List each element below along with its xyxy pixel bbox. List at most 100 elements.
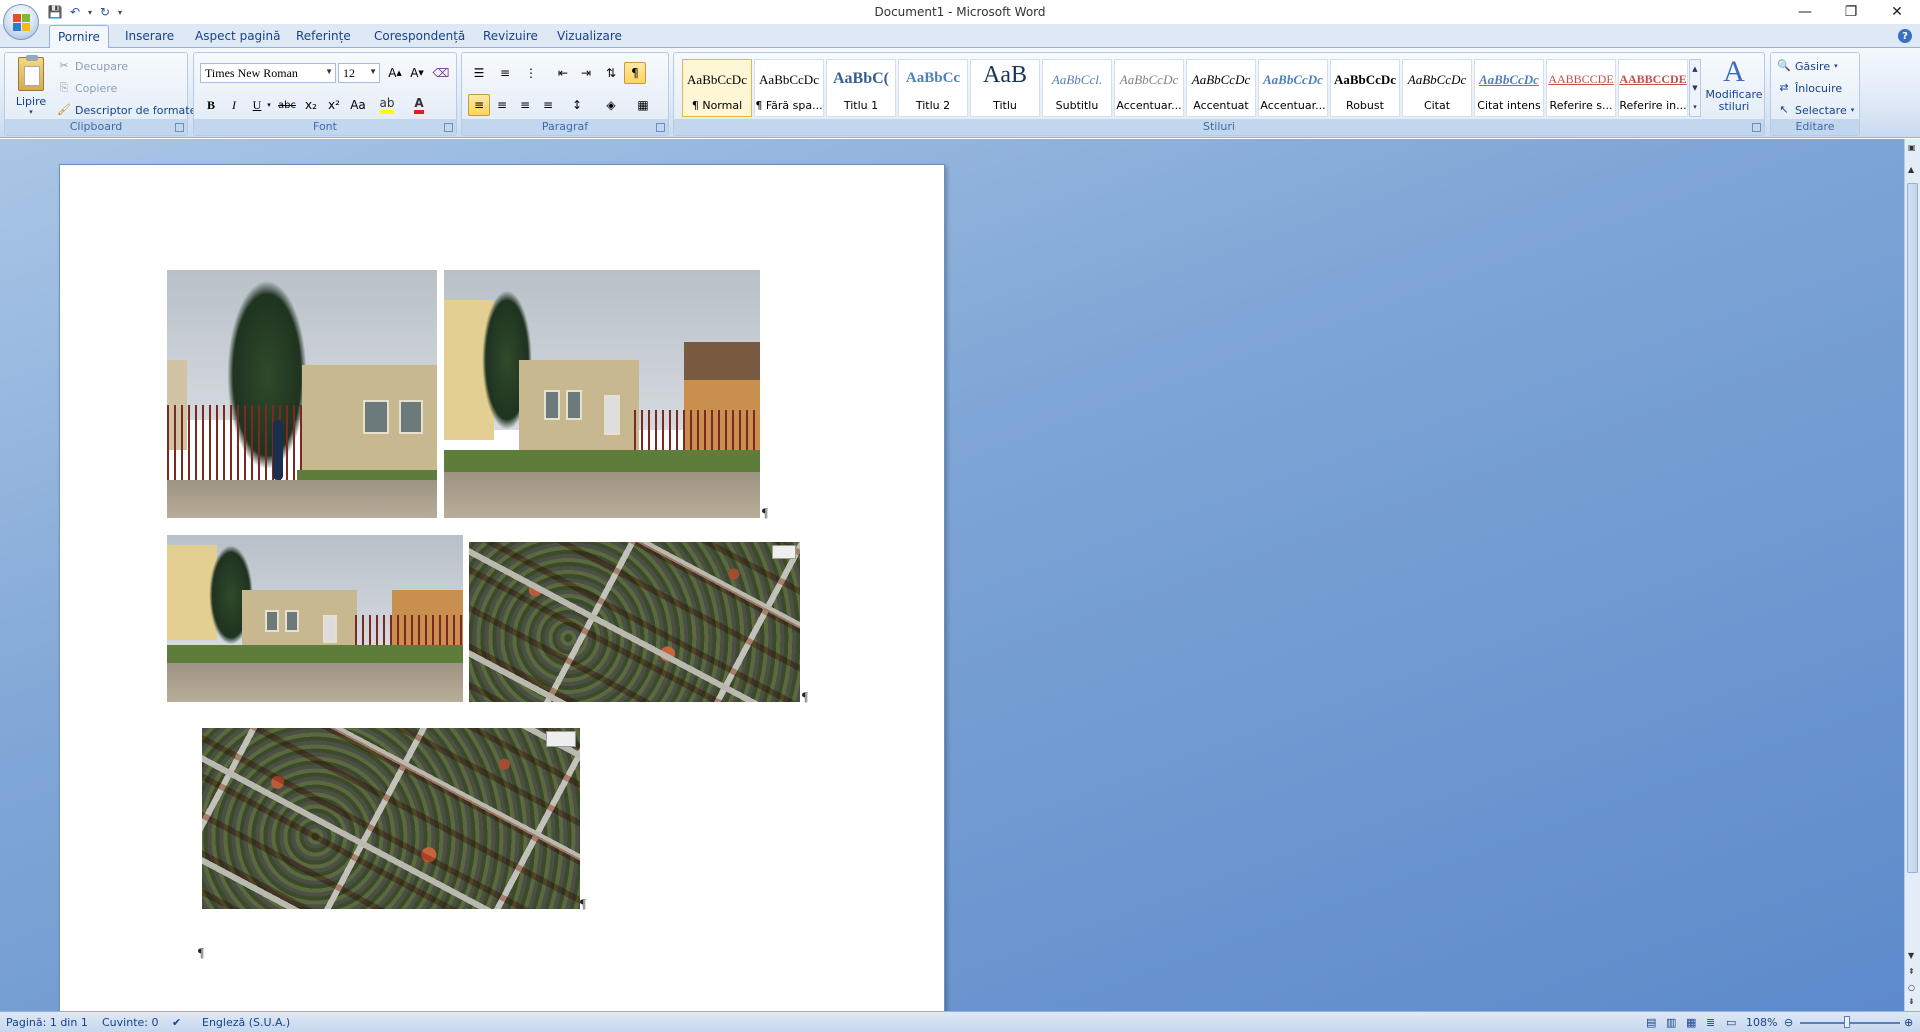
font-family-combo[interactable]: Times New Roman ▼ [200,63,336,83]
full-screen-reading-icon[interactable]: ▥ [1666,1016,1676,1029]
style-title[interactable]: AaB Titlu [970,59,1040,117]
next-page-icon[interactable]: ⇟ [1908,997,1915,1006]
line-spacing-icon[interactable]: ↕ [566,94,588,116]
select-label: Selectare [1795,103,1847,117]
street-photo-3[interactable] [167,535,463,702]
copy-button[interactable]: ⎘ Copiere [57,81,118,95]
zoom-level[interactable]: 108% [1746,1016,1777,1029]
tab-revizuire[interactable]: Revizuire [483,29,538,43]
shrink-font-icon[interactable]: A ▼ [406,62,428,84]
print-layout-icon[interactable]: ▤ [1646,1016,1656,1029]
numbering-icon[interactable]: ≡ [494,62,516,84]
tab-corespondenta[interactable]: Corespondență [374,29,465,43]
style-intense-quote[interactable]: AaBbCcDc Citat intens [1474,59,1544,117]
bullets-icon[interactable]: ☰ [468,62,490,84]
highlight-icon[interactable]: ab [376,94,398,116]
subscript-button[interactable]: x₂ [300,94,322,116]
zoom-slider[interactable] [1800,1022,1900,1024]
tab-pornire[interactable]: Pornire [49,25,109,49]
styles-scroll[interactable]: ▲ ▼ ▾ [1689,59,1701,117]
change-styles-button[interactable]: A Modificare stiluri [1704,55,1764,113]
style-intense-emphasis[interactable]: AaBbCcDc Accentuar... [1258,59,1328,117]
aerial-map-2[interactable] [202,728,580,909]
page-indicator[interactable]: Pagină: 1 din 1 [6,1016,88,1029]
scroll-down-icon[interactable]: ▼ [1908,951,1914,960]
office-button[interactable] [3,4,39,40]
style-no-spacing[interactable]: AaBbCcDc ¶ Fără spa... [754,59,824,117]
scroll-up-icon[interactable]: ▲ [1908,165,1914,174]
style-heading-1[interactable]: AaBbC( Titlu 1 [826,59,896,117]
clipboard-launcher-icon[interactable] [175,123,184,132]
find-button[interactable]: 🔍 Găsire ▾ [1777,59,1837,73]
scroll-thumb[interactable] [1907,183,1918,873]
outline-view-icon[interactable]: ≣ [1706,1016,1715,1029]
styles-gallery: AaBbCcDc ¶ Normal AaBbCcDc ¶ Fără spa...… [682,59,1688,117]
style-subtle-emphasis[interactable]: AaBbCcDc Accentuar... [1114,59,1184,117]
zoom-slider-thumb[interactable] [1844,1016,1850,1028]
select-button[interactable]: ↖ Selectare ▾ [1777,103,1854,117]
decrease-indent-icon[interactable]: ⇤ [552,62,574,84]
font-family-value: Times New Roman [205,66,298,80]
draft-view-icon[interactable]: ▭ [1726,1016,1736,1029]
multilevel-list-icon[interactable]: ⋮ [520,62,542,84]
replace-button[interactable]: ⇄ Înlocuire [1777,81,1842,95]
align-center-icon[interactable]: ≡ [491,94,513,116]
tab-referinte[interactable]: Referințe [296,29,351,43]
map-legend-icon [546,731,576,747]
tab-vizualizare[interactable]: Vizualizare [557,29,622,43]
clear-formatting-icon[interactable]: ⌫ [430,62,452,84]
superscript-button[interactable]: x² [323,94,345,116]
italic-button[interactable]: I [223,94,245,116]
sort-icon[interactable]: ⇅ [600,62,622,84]
style-quote[interactable]: AaBbCcDc Citat [1402,59,1472,117]
show-formatting-marks-icon[interactable]: ¶ [624,62,646,84]
font-size-combo[interactable]: 12 ▼ [338,63,380,83]
zoom-out-icon[interactable]: ⊖ [1784,1016,1793,1029]
increase-indent-icon[interactable]: ⇥ [575,62,597,84]
tab-aspect-pagina[interactable]: Aspect pagină [195,29,280,43]
style-heading-2[interactable]: AaBbCc Titlu 2 [898,59,968,117]
zoom-in-icon[interactable]: ⊕ [1904,1016,1913,1029]
grow-font-icon[interactable]: A ▲ [384,62,406,84]
language-indicator[interactable]: Engleză (S.U.A.) [202,1016,290,1029]
street-photo-1[interactable] [167,270,437,518]
style-intense-reference[interactable]: AABBCCDE Referire in... [1618,59,1688,117]
browse-object-icon[interactable]: ○ [1908,983,1915,992]
strikethrough-button[interactable]: abc [276,94,298,116]
cut-button[interactable]: ✂ Decupare [57,59,128,73]
format-painter-label: Descriptor de formate [75,103,197,117]
font-launcher-icon[interactable] [444,123,453,132]
shading-icon[interactable]: ◈ [600,94,622,116]
paragraph-launcher-icon[interactable] [656,123,665,132]
minimize-icon[interactable]: — [1782,0,1828,24]
aerial-map-1[interactable] [469,542,800,702]
borders-icon[interactable]: ▦ [632,94,654,116]
vertical-scrollbar[interactable]: ▣ ▲ ▼ ⇞ ○ ⇟ [1904,139,1920,1011]
style-strong[interactable]: AaBbCcDc Robust [1330,59,1400,117]
help-icon[interactable]: ? [1898,29,1912,43]
font-color-icon[interactable]: A [408,94,430,116]
word-count[interactable]: Cuvinte: 0 [102,1016,158,1029]
paste-button[interactable]: Lipire ▾ [11,55,51,116]
proofing-icon[interactable]: ✔ [172,1016,181,1029]
restore-icon[interactable]: ❐ [1828,0,1874,24]
close-icon[interactable]: ✕ [1874,0,1920,24]
web-layout-icon[interactable]: ▦ [1686,1016,1696,1029]
document-page[interactable]: ¶ ¶ ¶ ¶ [59,164,945,1011]
align-right-icon[interactable]: ≡ [514,94,536,116]
justify-icon[interactable]: ≡ [537,94,559,116]
styles-launcher-icon[interactable] [1752,123,1761,132]
style-normal[interactable]: AaBbCcDc ¶ Normal [682,59,752,117]
style-subtitle[interactable]: AaBbCcl. Subtitlu [1042,59,1112,117]
ruler-toggle-icon[interactable]: ▣ [1908,143,1916,152]
street-photo-2[interactable] [444,270,760,518]
align-left-icon[interactable]: ≡ [468,94,490,116]
bold-button[interactable]: B [200,94,222,116]
format-painter-button[interactable]: 🖌 Descriptor de formate [57,103,196,117]
underline-dropdown-icon[interactable]: ▾ [264,94,274,116]
change-case-button[interactable]: Aa [347,94,369,116]
previous-page-icon[interactable]: ⇞ [1908,967,1915,976]
style-subtle-reference[interactable]: AABBCCDE Referire s... [1546,59,1616,117]
style-emphasis[interactable]: AaBbCcDc Accentuat [1186,59,1256,117]
tab-inserare[interactable]: Inserare [125,29,174,43]
